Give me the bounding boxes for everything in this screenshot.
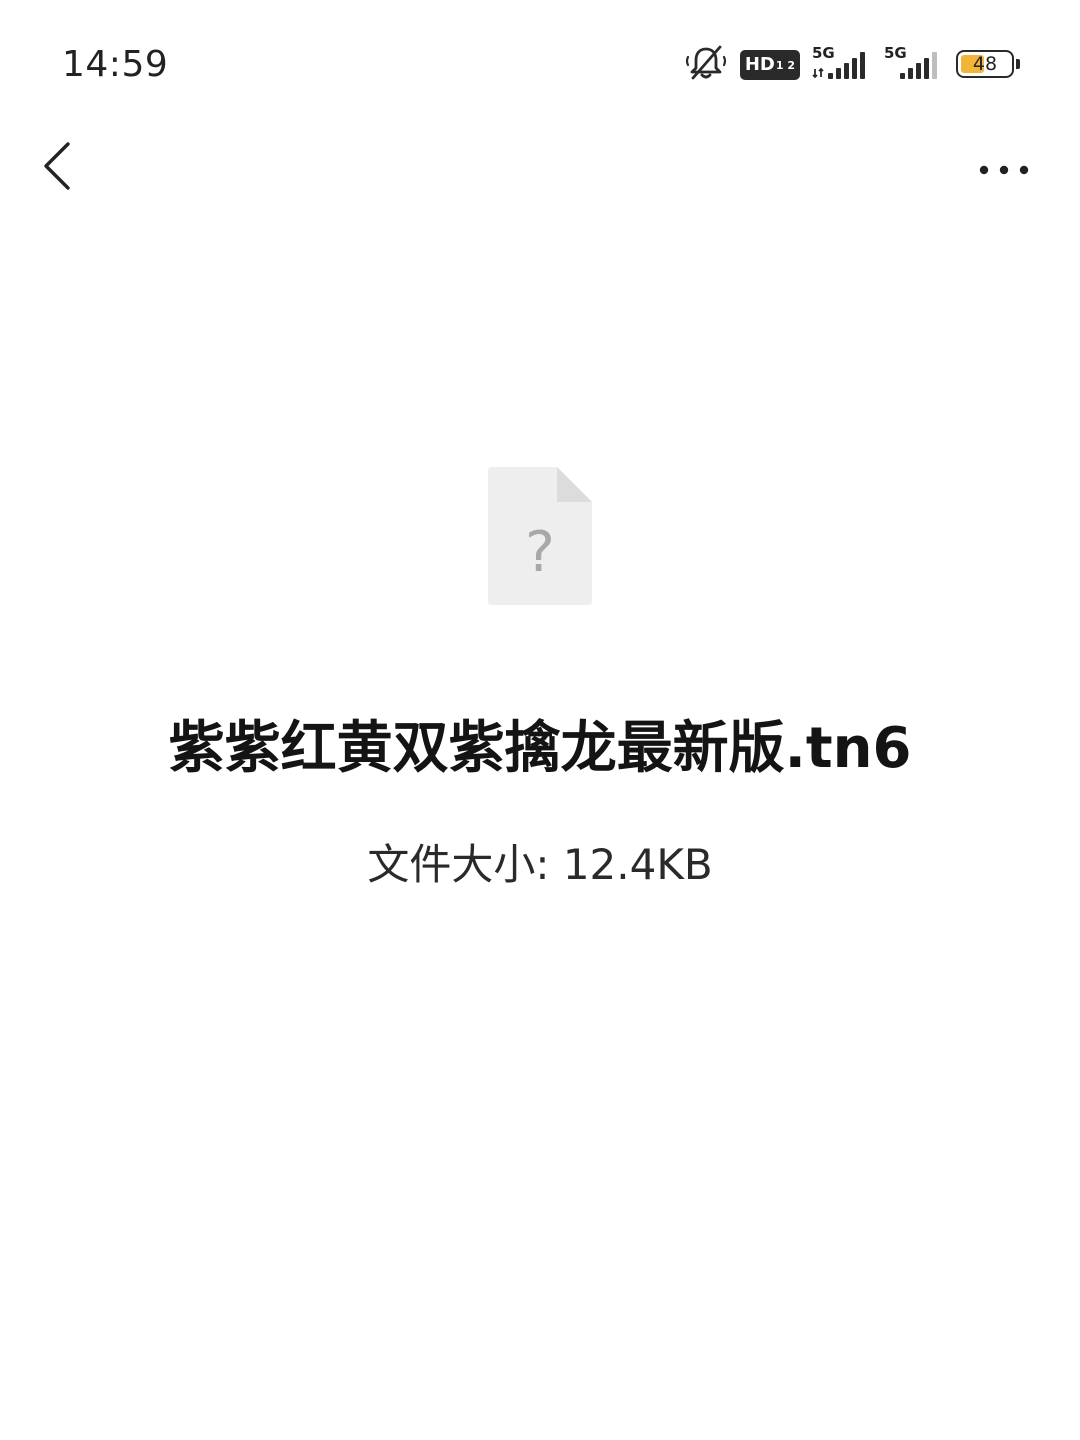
mute-icon: [684, 44, 728, 86]
unknown-file-icon: ?: [488, 467, 592, 605]
file-size: 文件大小: 12.4KB: [367, 840, 713, 889]
battery-nub: [1016, 59, 1020, 69]
back-button[interactable]: [26, 136, 90, 200]
chevron-left-icon: [40, 138, 76, 198]
hd-voice-icon: HD 1 2: [739, 50, 800, 80]
file-name: 紫紫红黄双紫擒龙最新版.tn6: [168, 716, 912, 781]
battery-icon: 48: [956, 50, 1022, 80]
hd-label: HD: [744, 54, 775, 75]
hd-sim-index: 1 2: [775, 58, 795, 72]
file-preview-screen: 14:59 HD 1 2 5G 5G 48 ? 紫紫红黄双紫擒龙最新版.tn6 …: [0, 0, 1080, 1440]
more-options-button[interactable]: [968, 140, 1040, 200]
battery-level: 48: [972, 53, 998, 75]
status-icons: HD 1 2 5G 5G 48: [684, 44, 1022, 86]
more-horizontal-icon: [978, 161, 1030, 180]
signal-icon: 5G: [812, 46, 872, 82]
status-bar: 14:59 HD 1 2 5G 5G 48: [0, 0, 1080, 130]
status-time: 14:59: [62, 44, 169, 85]
file-icon-glyph: ?: [525, 520, 555, 585]
signal-icon: 5G: [884, 46, 944, 82]
